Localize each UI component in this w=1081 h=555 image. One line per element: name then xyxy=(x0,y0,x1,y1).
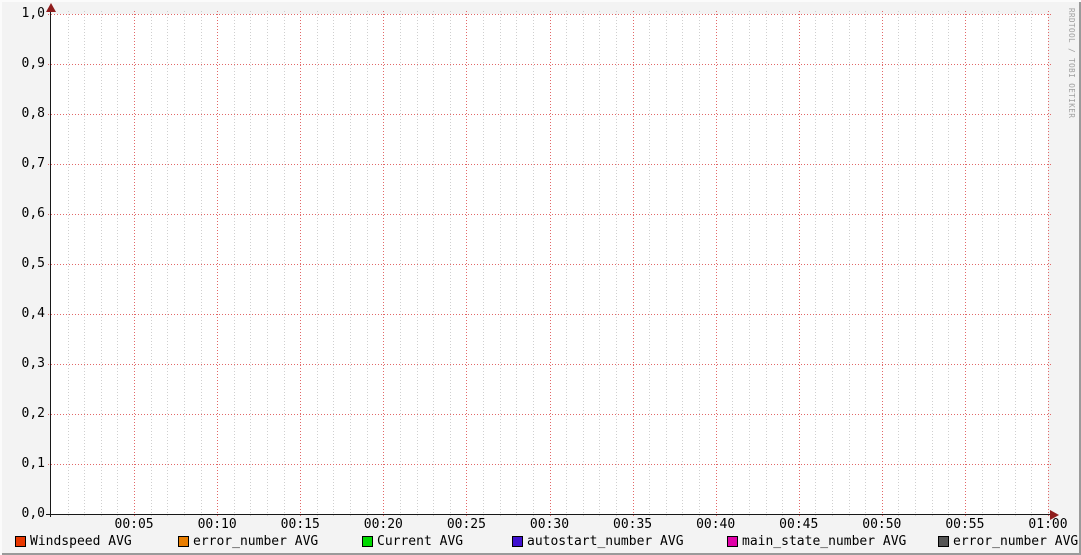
legend-item: main_state_number AVG xyxy=(727,533,906,549)
y-tick-label: 0,9 xyxy=(21,56,45,71)
y-tick-label: 0,6 xyxy=(21,206,45,221)
x-tick-label: 00:15 xyxy=(280,517,320,532)
legend-swatch-icon xyxy=(512,535,523,547)
x-tick-label: 00:30 xyxy=(529,517,570,532)
y-tick-label: 0,3 xyxy=(21,356,45,371)
grid-hline-major xyxy=(48,264,1052,265)
legend-swatch-icon xyxy=(15,535,26,547)
y-tick-label: 0,0 xyxy=(21,506,45,521)
y-tick-label: 0,8 xyxy=(21,106,45,121)
legend-label: main_state_number AVG xyxy=(742,533,907,549)
legend-swatch-icon xyxy=(727,535,738,547)
grid-hline-major xyxy=(48,414,1052,415)
x-tick-label: 00:35 xyxy=(613,517,653,532)
legend-swatch-icon xyxy=(362,535,373,547)
legend-label: error_number AVG xyxy=(953,533,1079,549)
legend: Windspeed AVG error_number AVG Current AVG… xyxy=(0,533,1081,549)
grid-hline-major xyxy=(48,164,1052,165)
legend-item: error_number AVG xyxy=(178,533,318,549)
x-axis-line xyxy=(46,514,1051,515)
x-tick-label: 00:45 xyxy=(779,517,819,532)
legend-label: Current AVG xyxy=(377,533,464,549)
y-tick-label: 0,4 xyxy=(21,306,45,321)
y-axis-arrow-icon xyxy=(46,3,56,12)
legend-item: Windspeed AVG xyxy=(15,533,132,549)
grid-hline-major xyxy=(48,14,1052,15)
grid-hline-major xyxy=(48,114,1052,115)
legend-item: error_number AVG xyxy=(938,533,1078,549)
watermark: RRDTOOL / TOBI OETIKER xyxy=(1067,8,1076,119)
legend-label: autostart_number AVG xyxy=(527,533,684,549)
y-axis-line xyxy=(50,9,51,517)
x-tick-label: 00:05 xyxy=(114,517,154,532)
x-tick-label: 00:10 xyxy=(197,517,237,532)
grid-hline-major xyxy=(48,214,1052,215)
legend-item: autostart_number AVG xyxy=(512,533,684,549)
x-tick-label: 00:40 xyxy=(696,517,736,532)
x-tick-label: 00:50 xyxy=(862,517,902,532)
x-tick-label: 00:55 xyxy=(945,517,985,532)
legend-swatch-icon xyxy=(938,535,949,547)
grid-hline-major xyxy=(48,314,1052,315)
y-tick-label: 0,1 xyxy=(21,456,45,471)
y-tick-label: 0,5 xyxy=(21,256,45,271)
y-tick-label: 0,7 xyxy=(21,156,45,171)
legend-item: Current AVG xyxy=(362,533,463,549)
grid-hline-major xyxy=(48,364,1052,365)
legend-swatch-icon xyxy=(178,535,189,547)
x-tick-label: 00:25 xyxy=(446,517,486,532)
x-tick-label: 00:20 xyxy=(363,517,403,532)
legend-label: error_number AVG xyxy=(193,533,319,549)
grid-hline-major xyxy=(48,464,1052,465)
y-tick-label: 1,0 xyxy=(21,6,45,21)
x-tick-label: 01:00 xyxy=(1028,517,1068,532)
grid-hline-major xyxy=(48,64,1052,65)
y-tick-label: 0,2 xyxy=(21,406,45,421)
rrdtool-graph: 1,0 0,9 0,8 0,7 0,6 0,5 0,4 0,3 0,2 0,1 0,0 00:05 0… xyxy=(0,0,1081,555)
legend-label: Windspeed AVG xyxy=(30,533,132,549)
